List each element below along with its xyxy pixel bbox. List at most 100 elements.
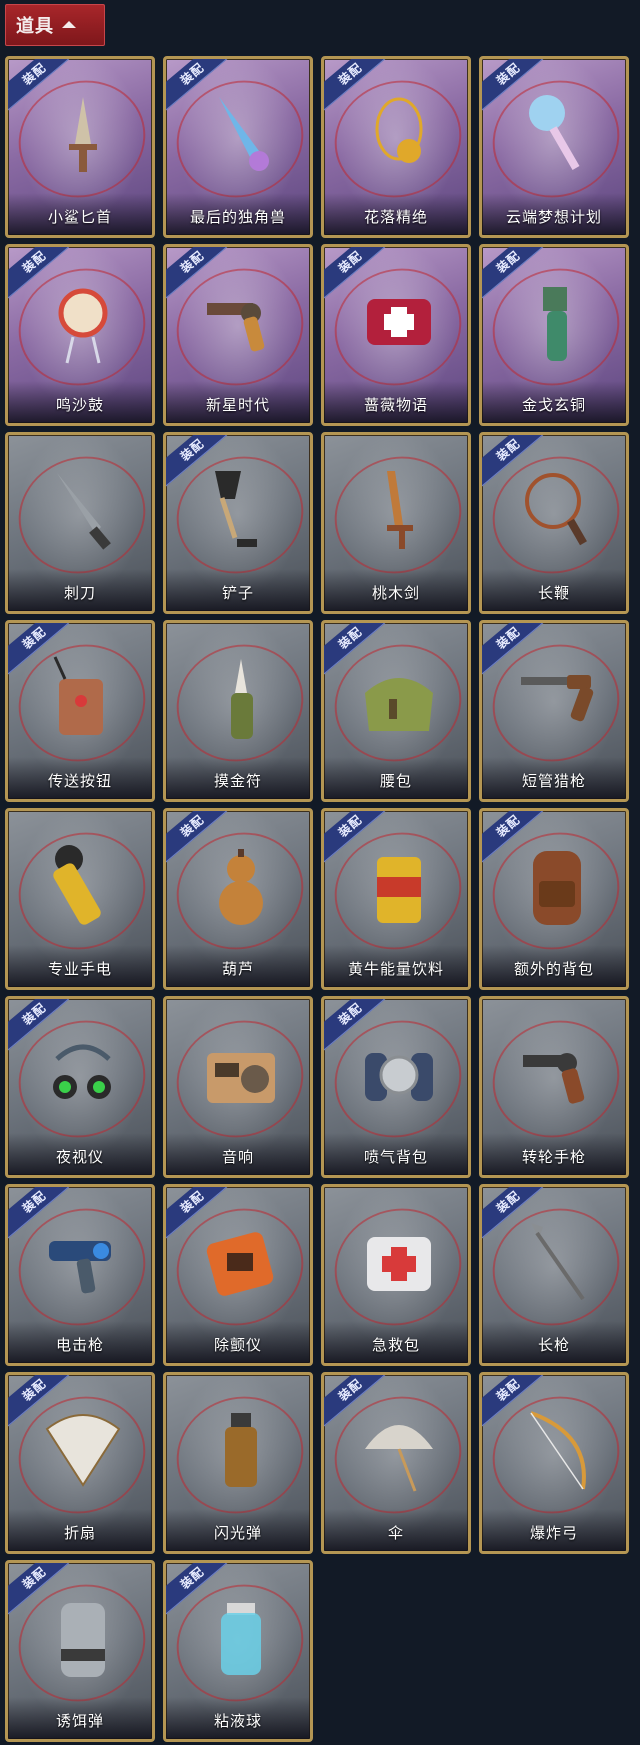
remote-icon — [43, 653, 123, 743]
flashlight-icon — [43, 841, 123, 931]
folding-fan-icon — [43, 1405, 123, 1495]
item-name: 转轮手枪 — [521, 1148, 586, 1166]
item-name: 新星时代 — [205, 396, 270, 414]
item-grid: 装配 小鲨匕首 装配 最后的独角兽 装配 花落精绝 装配 云端梦想计划 装配 鸣沙鼓 装配 新星时代装… — [5, 56, 629, 1742]
item-name: 腰包 — [379, 772, 412, 790]
item-name: 喷气背包 — [363, 1148, 428, 1166]
item-name: 小鲨匕首 — [47, 208, 112, 226]
item-card[interactable]: 转轮手枪 — [479, 996, 629, 1178]
item-card[interactable]: 装配 云端梦想计划 — [479, 56, 629, 238]
item-name: 音响 — [221, 1148, 254, 1166]
item-card[interactable]: 装配 葫芦 — [163, 808, 313, 990]
item-name: 黄牛能量饮料 — [347, 960, 444, 978]
item-name: 传送按钮 — [47, 772, 112, 790]
item-card[interactable]: 专业手电 — [5, 808, 155, 990]
item-name: 长枪 — [537, 1336, 570, 1354]
inventory-screen: 道具 装配 小鲨匕首 装配 最后的独角兽 装配 花落精绝 装配 云端梦想计划装配 鸣沙鼓 装配 新星… — [0, 0, 640, 1745]
item-name: 折扇 — [63, 1524, 96, 1542]
first-aid-icon — [359, 1217, 439, 1307]
defibrillator-icon — [201, 1217, 281, 1307]
item-name: 爆炸弓 — [529, 1524, 578, 1542]
medkit-icon — [359, 277, 439, 367]
backpack-icon — [517, 841, 597, 931]
item-card[interactable]: 装配 短管猎枪 — [479, 620, 629, 802]
item-name: 急救包 — [371, 1336, 420, 1354]
item-name: 电击枪 — [55, 1336, 104, 1354]
item-name: 诱饵弹 — [55, 1712, 104, 1730]
pistol-icon — [517, 1029, 597, 1119]
item-name: 摸金符 — [213, 772, 262, 790]
item-card[interactable]: 装配伞 — [321, 1372, 471, 1554]
bayonet-icon — [43, 465, 123, 555]
jetpack-icon — [359, 1029, 439, 1119]
item-card[interactable]: 装配 小鲨匕首 — [5, 56, 155, 238]
scepter-icon — [517, 89, 597, 179]
energy-drink-icon — [359, 841, 439, 931]
flower-necklace-icon — [359, 89, 439, 179]
item-name: 除颤仪 — [213, 1336, 262, 1354]
drum-icon — [43, 277, 123, 367]
item-card[interactable]: 装配 电击枪 — [5, 1184, 155, 1366]
item-name: 闪光弹 — [213, 1524, 262, 1542]
item-card[interactable]: 音响 — [163, 996, 313, 1178]
item-name: 云端梦想计划 — [505, 208, 602, 226]
item-name: 粘液球 — [213, 1712, 262, 1730]
dagger-icon — [43, 89, 123, 179]
waist-bag-icon — [359, 653, 439, 743]
decoy-grenade-icon — [43, 1593, 123, 1683]
item-name: 伞 — [387, 1524, 404, 1542]
radio-icon — [201, 1029, 281, 1119]
item-name: 刺刀 — [63, 584, 96, 602]
item-card[interactable]: 装配 传送按钮 — [5, 620, 155, 802]
bronze-grenade-icon — [517, 277, 597, 367]
item-name: 桃木剑 — [371, 584, 420, 602]
item-card[interactable]: 装配 折扇 — [5, 1372, 155, 1554]
item-card[interactable]: 装配 除颤仪 — [163, 1184, 313, 1366]
umbrella-icon — [359, 1405, 439, 1495]
item-card[interactable]: 装配 夜视仪 — [5, 996, 155, 1178]
item-name: 葫芦 — [221, 960, 254, 978]
item-card[interactable]: 装配 长枪 — [479, 1184, 629, 1366]
item-name: 金戈玄铜 — [521, 396, 586, 414]
category-title: 道具 — [16, 16, 54, 37]
item-card[interactable]: 装配 长鞭 — [479, 432, 629, 614]
wooden-sword-icon — [359, 465, 439, 555]
item-name: 短管猎枪 — [521, 772, 586, 790]
item-name: 专业手电 — [47, 960, 112, 978]
gourd-icon — [201, 841, 281, 931]
item-card[interactable]: 桃木剑 — [321, 432, 471, 614]
item-card[interactable]: 装配 金戈玄铜 — [479, 244, 629, 426]
item-name: 铲子 — [221, 584, 254, 602]
item-card[interactable]: 装配 诱饵弹 — [5, 1560, 155, 1742]
flashbang-icon — [201, 1405, 281, 1495]
item-card[interactable]: 装配 蔷薇物语 — [321, 244, 471, 426]
whip-icon — [517, 465, 597, 555]
item-card[interactable]: 装配 腰包 — [321, 620, 471, 802]
item-name: 花落精绝 — [363, 208, 428, 226]
item-name: 最后的独角兽 — [189, 208, 286, 226]
category-tab-props[interactable]: 道具 — [5, 4, 105, 46]
night-vision-icon — [43, 1029, 123, 1119]
item-card[interactable]: 装配 花落精绝 — [321, 56, 471, 238]
item-card[interactable]: 装配 爆炸弓 — [479, 1372, 629, 1554]
revolver-icon — [201, 277, 281, 367]
talisman-icon — [201, 653, 281, 743]
item-card[interactable]: 摸金符 — [163, 620, 313, 802]
item-card[interactable]: 刺刀 — [5, 432, 155, 614]
item-name: 长鞭 — [537, 584, 570, 602]
shovel-icon — [201, 465, 281, 555]
item-card[interactable]: 装配 粘液球 — [163, 1560, 313, 1742]
item-card[interactable]: 装配 铲子 — [163, 432, 313, 614]
item-card[interactable]: 装配 黄牛能量饮料 — [321, 808, 471, 990]
item-card[interactable]: 装配 额外的背包 — [479, 808, 629, 990]
item-card[interactable]: 装配 新星时代 — [163, 244, 313, 426]
item-card[interactable]: 装配 鸣沙鼓 — [5, 244, 155, 426]
item-card[interactable]: 急救包 — [321, 1184, 471, 1366]
spear-icon — [517, 1217, 597, 1307]
item-card[interactable]: 闪光弹 — [163, 1372, 313, 1554]
item-name: 夜视仪 — [55, 1148, 104, 1166]
item-card[interactable]: 装配 最后的独角兽 — [163, 56, 313, 238]
item-card[interactable]: 装配 喷气背包 — [321, 996, 471, 1178]
item-name: 额外的背包 — [513, 960, 594, 978]
shotgun-icon — [517, 653, 597, 743]
